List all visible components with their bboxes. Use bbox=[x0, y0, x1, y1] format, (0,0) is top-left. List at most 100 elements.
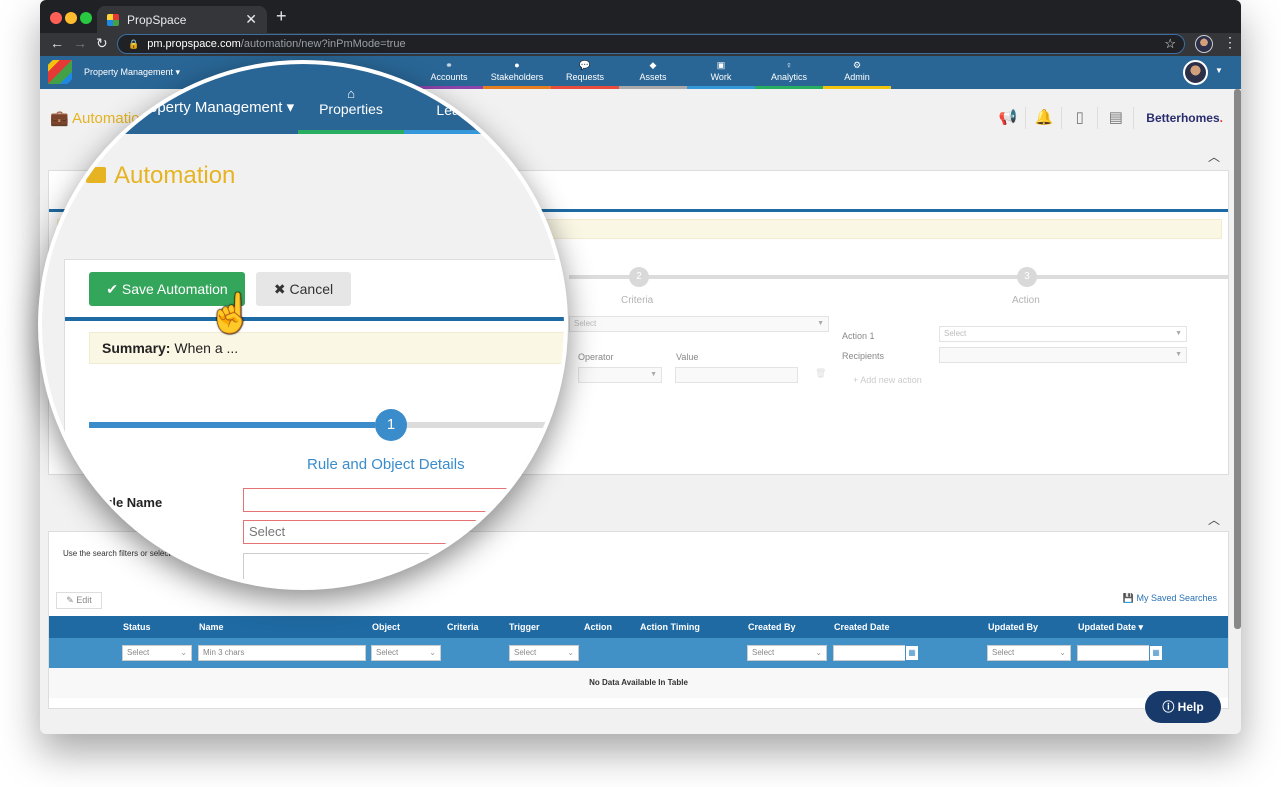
tab-label: Properties bbox=[319, 101, 383, 117]
close-tab-icon[interactable]: ✕ bbox=[245, 11, 257, 28]
brand-dot: . bbox=[1219, 111, 1223, 125]
updated-date-filter-input[interactable]: ▦ bbox=[1077, 645, 1163, 661]
hand-pointer-cursor-icon: ☝ bbox=[207, 293, 255, 335]
user-menu-caret-icon[interactable]: ▼ bbox=[1215, 66, 1223, 75]
bell-icon[interactable]: 🔔 bbox=[1026, 107, 1063, 129]
minimize-window-button[interactable] bbox=[65, 12, 77, 24]
criteria-field-select[interactable]: Select ▼ bbox=[569, 316, 829, 332]
step-2-label: Criteria bbox=[621, 295, 654, 306]
magnified-module-dropdown[interactable]: Property Management ▾ bbox=[134, 98, 294, 116]
nav-analytics[interactable]: ♀ Analytics bbox=[755, 56, 823, 89]
step-2-circle[interactable]: 2 bbox=[629, 267, 649, 287]
help-button[interactable]: ⓘ Help bbox=[1145, 691, 1221, 723]
nav-admin[interactable]: ⚙ Admin bbox=[823, 56, 891, 89]
column-object[interactable]: Object bbox=[372, 622, 400, 632]
chevron-down-icon: ⌄ bbox=[567, 648, 574, 657]
add-new-action-link[interactable]: + Add new action bbox=[853, 375, 922, 385]
magnifier-lens: Property Management ▾ ⌂ Properties Leases… bbox=[38, 60, 568, 590]
mobile-icon[interactable]: ▯ bbox=[1062, 107, 1099, 129]
my-saved-searches-link[interactable]: 💾 My Saved Searches bbox=[1123, 593, 1217, 604]
action-1-label: Action 1 bbox=[842, 331, 875, 341]
question-circle-icon: ⓘ bbox=[1162, 700, 1175, 714]
step-1-label: Rule and Object Details bbox=[307, 456, 465, 473]
magnified-tab-leases[interactable]: Leases bbox=[404, 86, 514, 134]
value-input[interactable] bbox=[675, 367, 798, 383]
close-window-button[interactable] bbox=[50, 12, 62, 24]
user-avatar[interactable] bbox=[1183, 60, 1208, 85]
chevron-down-icon: ▼ bbox=[817, 320, 824, 327]
column-action-timing[interactable]: Action Timing bbox=[640, 622, 700, 632]
megaphone-icon[interactable]: 📢 bbox=[990, 107, 1027, 129]
column-updated-date[interactable]: Updated Date ▾ bbox=[1078, 622, 1143, 633]
help-label: Help bbox=[1177, 700, 1204, 714]
column-status[interactable]: Status bbox=[123, 622, 151, 632]
recipients-select[interactable]: ▼ bbox=[939, 347, 1187, 363]
value-label: Value bbox=[676, 352, 699, 362]
description-textarea[interactable] bbox=[243, 553, 543, 586]
edit-label: Edit bbox=[76, 595, 92, 605]
chevron-down-icon: ▼ bbox=[1175, 330, 1182, 337]
page-scrollbar[interactable] bbox=[1234, 89, 1241, 629]
trash-icon[interactable]: 🗑 bbox=[815, 368, 826, 379]
forward-icon[interactable]: → bbox=[73, 35, 87, 51]
trigger-filter-select[interactable]: Select ⌄ bbox=[509, 645, 579, 661]
select-value: Select bbox=[514, 648, 537, 657]
nav-label: Requests bbox=[565, 72, 605, 82]
select-value: Select bbox=[127, 648, 150, 657]
address-bar[interactable]: 🔒 pm.propspace.com/automation/new?inPmMo… bbox=[117, 34, 1185, 54]
object-filter-select[interactable]: Select ⌄ bbox=[371, 645, 441, 661]
calendar-icon[interactable]: ▦ bbox=[1149, 645, 1163, 661]
column-action[interactable]: Action bbox=[584, 622, 612, 632]
select-value: Select bbox=[752, 648, 775, 657]
collapse-list-chevron-icon[interactable]: ︿ bbox=[1208, 511, 1220, 528]
nav-label: Assets bbox=[639, 72, 667, 82]
cancel-button[interactable]: ✖ Cancel bbox=[256, 272, 351, 306]
column-created-by[interactable]: Created By bbox=[748, 622, 796, 632]
bookmark-star-icon[interactable]: ☆ bbox=[1164, 36, 1176, 52]
recipients-label: Recipients bbox=[842, 351, 885, 361]
step-1-circle[interactable]: 1 bbox=[375, 409, 407, 441]
status-filter-select[interactable]: Select ⌄ bbox=[122, 645, 192, 661]
briefcase-icon bbox=[86, 167, 106, 183]
header-icons: 📢 🔔 ▯ ▤ Betterhomes. bbox=[990, 107, 1223, 129]
chevron-down-icon: ⌄ bbox=[429, 648, 436, 657]
nav-work[interactable]: ▣ Work bbox=[687, 56, 755, 89]
operator-label: Operator bbox=[578, 352, 614, 362]
operator-select[interactable]: ▼ bbox=[578, 367, 662, 383]
propspace-favicon-icon bbox=[107, 13, 119, 26]
back-icon[interactable]: ← bbox=[50, 35, 64, 51]
chevron-down-icon: ⌄ bbox=[180, 648, 187, 657]
rule-name-input[interactable] bbox=[243, 488, 543, 512]
reload-icon[interactable]: ↻ bbox=[96, 35, 108, 52]
column-created-date[interactable]: Created Date bbox=[834, 622, 890, 632]
chevron-down-icon: ⌄ bbox=[815, 648, 822, 657]
created-by-filter-select[interactable]: Select ⌄ bbox=[747, 645, 827, 661]
document-icon[interactable]: ▤ bbox=[1098, 107, 1135, 129]
column-trigger[interactable]: Trigger bbox=[509, 622, 540, 632]
tab-label: Leases bbox=[436, 102, 482, 118]
collapse-builder-chevron-icon[interactable]: ︿ bbox=[1208, 148, 1220, 165]
name-filter-input[interactable]: Min 3 chars bbox=[198, 645, 366, 661]
home-icon: ⌂ bbox=[347, 86, 355, 101]
calendar-icon[interactable]: ▦ bbox=[905, 645, 919, 661]
new-tab-icon[interactable]: + bbox=[276, 6, 287, 27]
maximize-window-button[interactable] bbox=[80, 12, 92, 24]
browser-tab[interactable]: PropSpace ✕ bbox=[97, 6, 267, 33]
summary-bar: Summary: When a ... bbox=[89, 332, 564, 364]
tag-icon: ◆ bbox=[649, 60, 657, 70]
edit-button[interactable]: ✎ Edit bbox=[56, 592, 102, 609]
magnified-tab-properties[interactable]: ⌂ Properties bbox=[298, 86, 404, 134]
column-updated-by[interactable]: Updated By bbox=[988, 622, 1038, 632]
nav-assets[interactable]: ◆ Assets bbox=[619, 56, 687, 89]
select-placeholder: Select bbox=[249, 524, 286, 539]
created-date-filter-input[interactable]: ▦ bbox=[833, 645, 919, 661]
column-criteria[interactable]: Criteria bbox=[447, 622, 479, 632]
action-1-select[interactable]: Select ▼ bbox=[939, 326, 1187, 342]
updated-by-filter-select[interactable]: Select ⌄ bbox=[987, 645, 1071, 661]
chevron-down-icon: ▼ bbox=[650, 371, 657, 378]
object-select[interactable]: Select bbox=[243, 520, 543, 544]
browser-profile-avatar[interactable] bbox=[1195, 35, 1213, 53]
column-name[interactable]: Name bbox=[199, 622, 224, 632]
browser-menu-icon[interactable]: ⋮ bbox=[1223, 34, 1237, 51]
step-3-circle[interactable]: 3 bbox=[1017, 267, 1037, 287]
